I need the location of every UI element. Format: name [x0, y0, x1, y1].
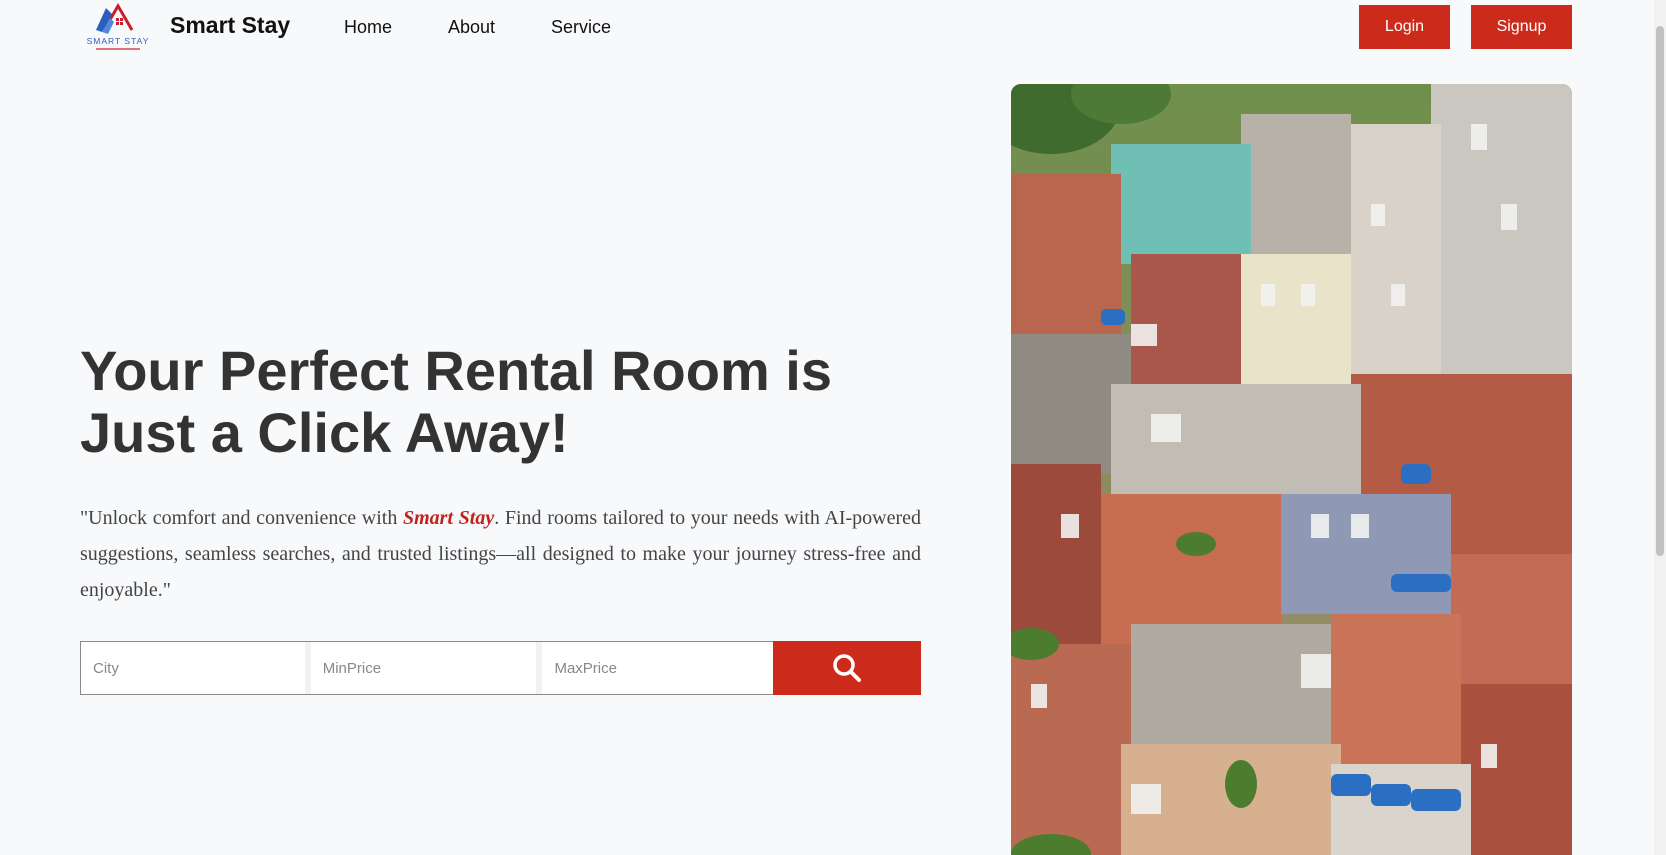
- brand-name[interactable]: Smart Stay: [170, 12, 290, 39]
- logo-text: SMART STAY: [87, 36, 150, 46]
- page: SMART STAY Smart Stay Home About Service…: [0, 0, 1666, 855]
- nav-service[interactable]: Service: [551, 17, 611, 38]
- hero-title-line2: Just a Click Away!: [80, 401, 569, 464]
- hillside-houses-image: [1011, 84, 1572, 855]
- hero-title: Your Perfect Rental Room is Just a Click…: [80, 340, 900, 464]
- signup-button[interactable]: Signup: [1471, 5, 1572, 49]
- hero-description: "Unlock comfort and convenience with Sma…: [80, 500, 921, 608]
- search-button[interactable]: [773, 641, 922, 695]
- hero-desc-brand: Smart Stay: [402, 507, 495, 529]
- page-scrollbar[interactable]: [1654, 0, 1666, 855]
- smart-stay-logo[interactable]: SMART STAY: [82, 0, 154, 56]
- login-button[interactable]: Login: [1359, 5, 1450, 49]
- min-price-input[interactable]: [310, 642, 537, 694]
- top-navbar: SMART STAY Smart Stay Home About Service…: [80, 0, 1572, 80]
- hero-image: [1011, 84, 1572, 855]
- city-input[interactable]: [81, 642, 305, 694]
- hero-desc-prefix: "Unlock comfort and convenience with: [80, 507, 403, 529]
- search-icon: [833, 654, 862, 682]
- room-search-bar: [80, 641, 922, 695]
- scrollbar-thumb[interactable]: [1656, 26, 1664, 556]
- nav-home[interactable]: Home: [344, 17, 392, 38]
- nav-about[interactable]: About: [448, 17, 495, 38]
- max-price-input[interactable]: [542, 642, 774, 694]
- hero-title-line1: Your Perfect Rental Room is: [80, 339, 833, 402]
